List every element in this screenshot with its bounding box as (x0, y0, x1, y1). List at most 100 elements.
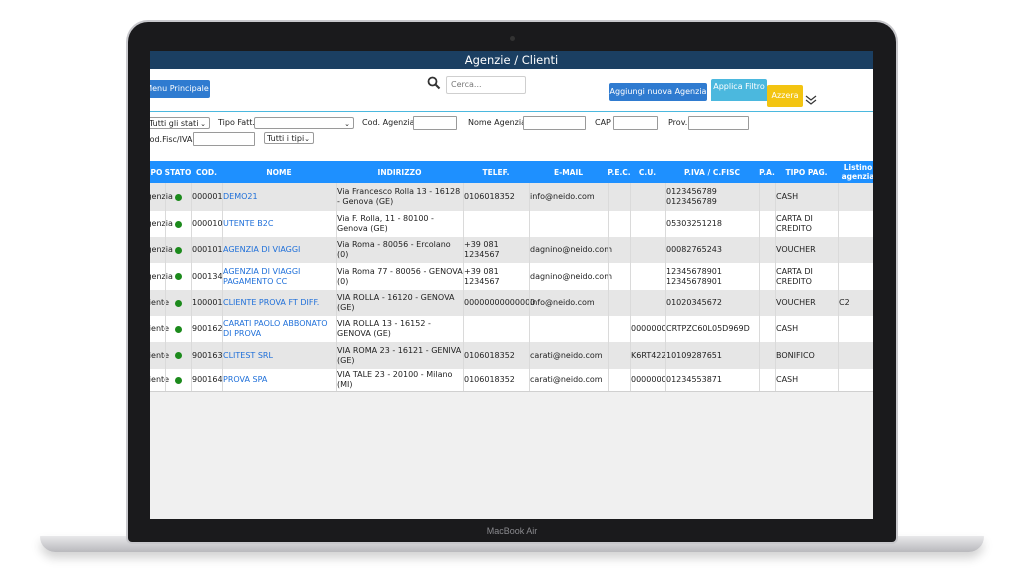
cell-pa (759, 290, 775, 316)
column-header[interactable]: COD. (191, 161, 222, 183)
tax-code-label: Cod.Fisc/IVA (150, 135, 193, 144)
cell-listino (838, 263, 873, 290)
cell-email: dagnino@neido.com (530, 245, 612, 254)
cap-input[interactable] (613, 116, 658, 130)
cell-tipo_pag: CARTA DI CREDITO (776, 214, 813, 233)
cell-cu (630, 237, 665, 263)
cell-email (529, 316, 608, 342)
status-active-icon (175, 193, 182, 201)
column-header[interactable]: E-MAIL (529, 161, 608, 183)
cell-telef: 00000000000000 (464, 298, 536, 307)
row-name-link[interactable]: CARATI PAOLO ABBONATO DI PROVA (222, 316, 336, 342)
cell-indirizzo: Via Roma 77 - 80056 - GENOVA (0) (337, 266, 463, 286)
cell-tipo: Agenzia (150, 192, 173, 201)
cell-cu (630, 183, 665, 211)
cell-cu (630, 263, 665, 290)
column-divider (838, 183, 839, 391)
cell-tipo_pag: CASH (776, 324, 799, 333)
cell-email: info@neido.com (530, 298, 595, 307)
agency-name-input[interactable] (523, 116, 586, 130)
cell-tipo_pag: VOUCHER (776, 245, 816, 254)
table-row[interactable]: Cliente 900164PROVA SPAVIA TALE 23 - 2010… (150, 369, 873, 391)
row-name-link[interactable]: UTENTE B2C (222, 211, 336, 237)
app-screen: Agenzie / Clienti Menu Principale Cerca.… (150, 51, 873, 519)
cell-tipo_pag: CARTA DI CREDITO (776, 266, 813, 286)
cell-cod: 000001 (192, 192, 223, 201)
status-active-icon (175, 273, 182, 280)
chevron-down-icon: ⌄ (344, 120, 350, 128)
cell-indirizzo: VIA ROMA 23 - 16121 - GENIVA (GE) (337, 345, 462, 365)
column-divider (608, 183, 609, 391)
type-select[interactable]: Tutti i tipi ⌄ (264, 132, 314, 144)
column-header[interactable]: P.IVA / C.FISC (665, 161, 759, 183)
column-header[interactable]: TELEF. (463, 161, 529, 183)
status-active-icon (175, 325, 182, 333)
page-title: Agenzie / Clienti (150, 51, 873, 69)
row-name-link[interactable]: PROVA SPA (222, 369, 336, 391)
province-input[interactable] (688, 116, 749, 130)
column-header[interactable]: C.U. (630, 161, 665, 183)
table-row[interactable]: Agenzia 000010UTENTE B2CVia F. Rolla, 11 … (150, 211, 873, 237)
reset-button[interactable]: Azzera (767, 85, 803, 107)
column-header[interactable]: TIPO PAG. (775, 161, 838, 183)
cell-tipo: Cliente (150, 350, 170, 360)
column-header[interactable]: INDIRIZZO (336, 161, 463, 183)
cell-tipo: Cliente (150, 375, 170, 384)
cell-pec (608, 316, 630, 342)
camera (510, 36, 515, 41)
table-row[interactable]: Cliente 100001CLIENTE PROVA FT DIFF.VIA R… (150, 290, 873, 316)
column-header[interactable]: NOME (222, 161, 336, 183)
cell-listino (838, 342, 873, 369)
column-divider (630, 183, 631, 391)
cap-label: CAP (595, 118, 611, 127)
cell-listino (838, 211, 873, 237)
search-input[interactable]: Cerca... (446, 76, 526, 94)
table-row[interactable]: Cliente 900163CLITEST SRLVIA ROMA 23 - 16… (150, 342, 873, 369)
row-name-link[interactable]: DEMO21 (222, 183, 336, 211)
table-row[interactable]: Agenzia 000001DEMO21Via Francesco Rolla 1… (150, 183, 873, 211)
cell-pa (759, 237, 775, 263)
table-row[interactable]: Agenzia 000134AGENZIA DI VIAGGI PAGAMENTO… (150, 263, 873, 290)
column-header[interactable]: TIPO (150, 161, 165, 183)
apply-filter-button[interactable]: Applica Filtro (711, 79, 767, 101)
device-brand: MacBook Air (486, 526, 538, 536)
province-label: Prov. (668, 118, 688, 127)
cell-listino (838, 183, 873, 211)
cell-indirizzo: Via F. Rolla, 11 - 80100 - Genova (GE) (337, 214, 434, 233)
tax-code-input[interactable] (193, 132, 255, 146)
status-select[interactable]: Tutti gli stati ⌄ (150, 117, 210, 129)
search-icon[interactable] (427, 76, 441, 90)
cell-telef: 0106018352 (464, 192, 515, 201)
cell-telef: +39 081 1234567 (464, 266, 500, 286)
cell-cod: 900162 (192, 324, 223, 333)
cell-listino (838, 369, 873, 391)
cell-cod: 900164 (192, 375, 223, 384)
empty-area (150, 391, 873, 519)
cell-piva: 0123456789 0123456789 (666, 187, 717, 206)
column-header[interactable]: Listino agenzia (838, 161, 873, 183)
cell-cod: 900163 (192, 350, 223, 360)
cell-piva: 01234553871 (666, 375, 722, 384)
cell-tipo: Agenzia (150, 219, 173, 228)
status-indicator (165, 211, 191, 237)
cell-indirizzo: VIA ROLLA - 16120 - GENOVA (GE) (337, 293, 455, 312)
cell-piva: 10109287651 (666, 350, 722, 360)
agency-code-input[interactable] (413, 116, 457, 130)
main-menu-button[interactable]: Menu Principale (150, 80, 210, 98)
row-name-link[interactable]: CLITEST SRL (222, 342, 336, 369)
cell-telef: 0106018352 (464, 350, 515, 360)
row-name-link[interactable]: AGENZIA DI VIAGGI PAGAMENTO CC (222, 263, 336, 290)
column-header[interactable]: P.A. (759, 161, 775, 183)
add-agency-button[interactable]: Aggiungi nuova Agenzia (609, 83, 707, 101)
column-divider (336, 183, 337, 391)
invoice-type-select[interactable]: ⌄ (254, 117, 354, 129)
column-header[interactable]: P.E.C. (607, 161, 630, 183)
row-name-link[interactable]: AGENZIA DI VIAGGI (222, 237, 336, 263)
row-name-link[interactable]: CLIENTE PROVA FT DIFF. (222, 290, 336, 316)
table-row[interactable]: Cliente 900162CARATI PAOLO ABBONATO DI PR… (150, 316, 873, 342)
cell-pa (759, 263, 775, 290)
chevron-double-down-icon[interactable] (805, 95, 817, 105)
type-select-value: Tutti i tipi (267, 134, 305, 143)
column-header[interactable]: STATO (165, 161, 192, 183)
table-row[interactable]: Agenzia 000101AGENZIA DI VIAGGIVia Roma -… (150, 237, 873, 263)
